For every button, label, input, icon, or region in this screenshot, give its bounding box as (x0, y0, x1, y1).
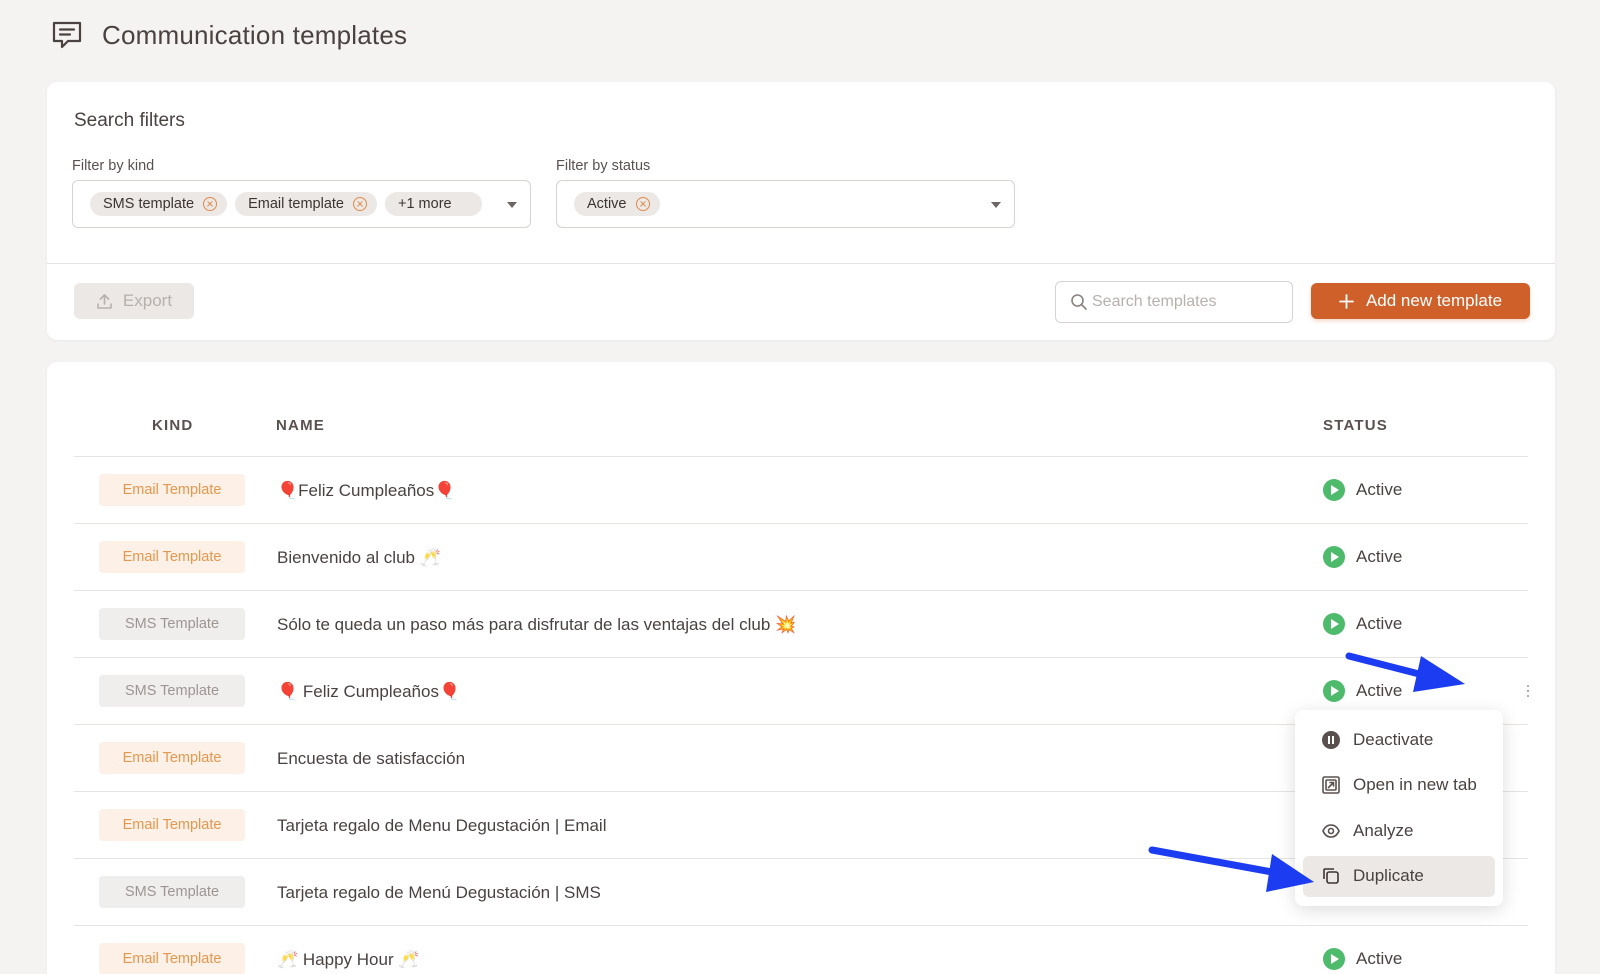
search-box[interactable] (1055, 281, 1293, 323)
add-new-template-label: Add new template (1365, 291, 1503, 310)
table-row[interactable]: Email Template Bienvenido al club 🥂 Active (74, 524, 1528, 591)
status-label: Active (1356, 949, 1403, 968)
status-cell: Active (1323, 948, 1402, 970)
status-cell: Active (1323, 479, 1402, 501)
external-link-icon (1322, 776, 1340, 794)
column-header-status[interactable]: STATUS (1323, 417, 1388, 434)
template-name[interactable]: Bienvenido al club 🥂 (277, 548, 441, 568)
plus-icon (1339, 293, 1354, 309)
template-name[interactable]: 🎈 Feliz Cumpleaños🎈 (277, 682, 460, 702)
menu-item-label: Deactivate (1353, 729, 1434, 749)
search-icon (1071, 294, 1087, 310)
play-icon (1323, 613, 1345, 635)
kind-badge: Email Template (99, 742, 245, 774)
menu-item-open-new-tab[interactable]: Open in new tab (1303, 765, 1495, 806)
menu-item-label: Open in new tab (1353, 775, 1477, 794)
table-row[interactable]: Email Template 🎈Feliz Cumpleaños🎈 Active (74, 457, 1528, 524)
copy-icon (1323, 868, 1339, 884)
chip-label: Email template (248, 196, 344, 212)
kind-badge: SMS Template (99, 608, 245, 640)
filter-by-status: Filter by status Active (556, 158, 1015, 228)
kind-badge: SMS Template (99, 675, 245, 707)
row-context-menu: Deactivate Open in new tab Analyze Dupli… (1295, 710, 1503, 906)
chat-bubble-icon (52, 21, 82, 49)
kind-select[interactable]: SMS template Email template +1 more (72, 180, 531, 228)
template-name[interactable]: 🥂 Happy Hour 🥂 (277, 950, 420, 970)
status-cell: Active (1323, 546, 1402, 568)
status-label: Active (1356, 547, 1403, 566)
status-chip-active: Active (574, 192, 660, 216)
column-header-kind[interactable]: KIND (152, 417, 193, 434)
export-label: Export (122, 291, 173, 310)
export-button[interactable]: Export (74, 283, 194, 319)
filter-status-label: Filter by status (556, 158, 651, 174)
template-name[interactable]: Encuesta de satisfacción (277, 749, 465, 769)
add-new-template-button[interactable]: Add new template (1311, 283, 1530, 319)
menu-item-label: Analyze (1353, 820, 1414, 840)
menu-item-duplicate[interactable]: Duplicate (1303, 855, 1495, 897)
status-label: Active (1356, 480, 1403, 499)
eye-icon (1322, 823, 1340, 838)
table-row[interactable]: Email Template 🥂 Happy Hour 🥂 Active (74, 926, 1528, 974)
chip-label: SMS template (103, 196, 195, 212)
filter-by-kind: Filter by kind SMS template Email templa… (72, 158, 531, 228)
template-name[interactable]: Sólo te queda un paso más para disfrutar… (277, 615, 796, 635)
kind-badge: Email Template (99, 809, 245, 841)
kind-badge: SMS Template (99, 876, 245, 908)
menu-item-analyze[interactable]: Analyze (1303, 810, 1495, 851)
status-label: Active (1356, 681, 1403, 700)
kind-chip-sms: SMS template (90, 192, 228, 216)
kind-badge: Email Template (99, 943, 245, 974)
filter-kind-label: Filter by kind (72, 158, 155, 174)
kind-badge: Email Template (99, 541, 245, 573)
menu-item-label: Duplicate (1353, 866, 1424, 885)
more-options-icon[interactable] (1521, 682, 1535, 702)
chip-label: Active (587, 196, 627, 212)
page-header: Communication templates (50, 18, 407, 52)
remove-chip-icon[interactable] (635, 197, 650, 211)
kind-chip-email: Email template (235, 192, 377, 216)
status-cell: Active (1323, 680, 1402, 702)
remove-chip-icon[interactable] (352, 197, 367, 211)
kind-badge: Email Template (99, 474, 245, 506)
play-icon (1323, 546, 1345, 568)
template-name[interactable]: Tarjeta regalo de Menú Degustación | SMS (277, 883, 601, 903)
status-cell: Active (1323, 613, 1402, 635)
filters-card: Search filters Filter by kind SMS templa… (47, 82, 1555, 340)
remove-chip-icon[interactable] (203, 197, 218, 211)
play-icon (1323, 948, 1345, 970)
table-row[interactable]: SMS Template Sólo te queda un paso más pa… (74, 591, 1528, 658)
chevron-down-icon[interactable] (507, 202, 517, 208)
template-name[interactable]: Tarjeta regalo de Menu Degustación | Ema… (277, 816, 606, 836)
play-icon (1323, 479, 1345, 501)
menu-item-deactivate[interactable]: Deactivate (1303, 719, 1495, 760)
play-icon (1323, 680, 1345, 702)
pause-circle-icon (1322, 730, 1340, 749)
filters-title: Search filters (74, 110, 185, 131)
chevron-down-icon[interactable] (991, 202, 1001, 208)
status-label: Active (1356, 614, 1403, 633)
status-select[interactable]: Active (556, 180, 1015, 228)
upload-icon (97, 293, 112, 309)
page-title: Communication templates (102, 19, 408, 50)
template-name[interactable]: 🎈Feliz Cumpleaños🎈 (277, 481, 455, 501)
column-header-name[interactable]: NAME (276, 417, 325, 434)
search-input[interactable] (1092, 293, 1282, 311)
kind-chip-more[interactable]: +1 more (384, 192, 482, 216)
divider (47, 263, 1555, 264)
